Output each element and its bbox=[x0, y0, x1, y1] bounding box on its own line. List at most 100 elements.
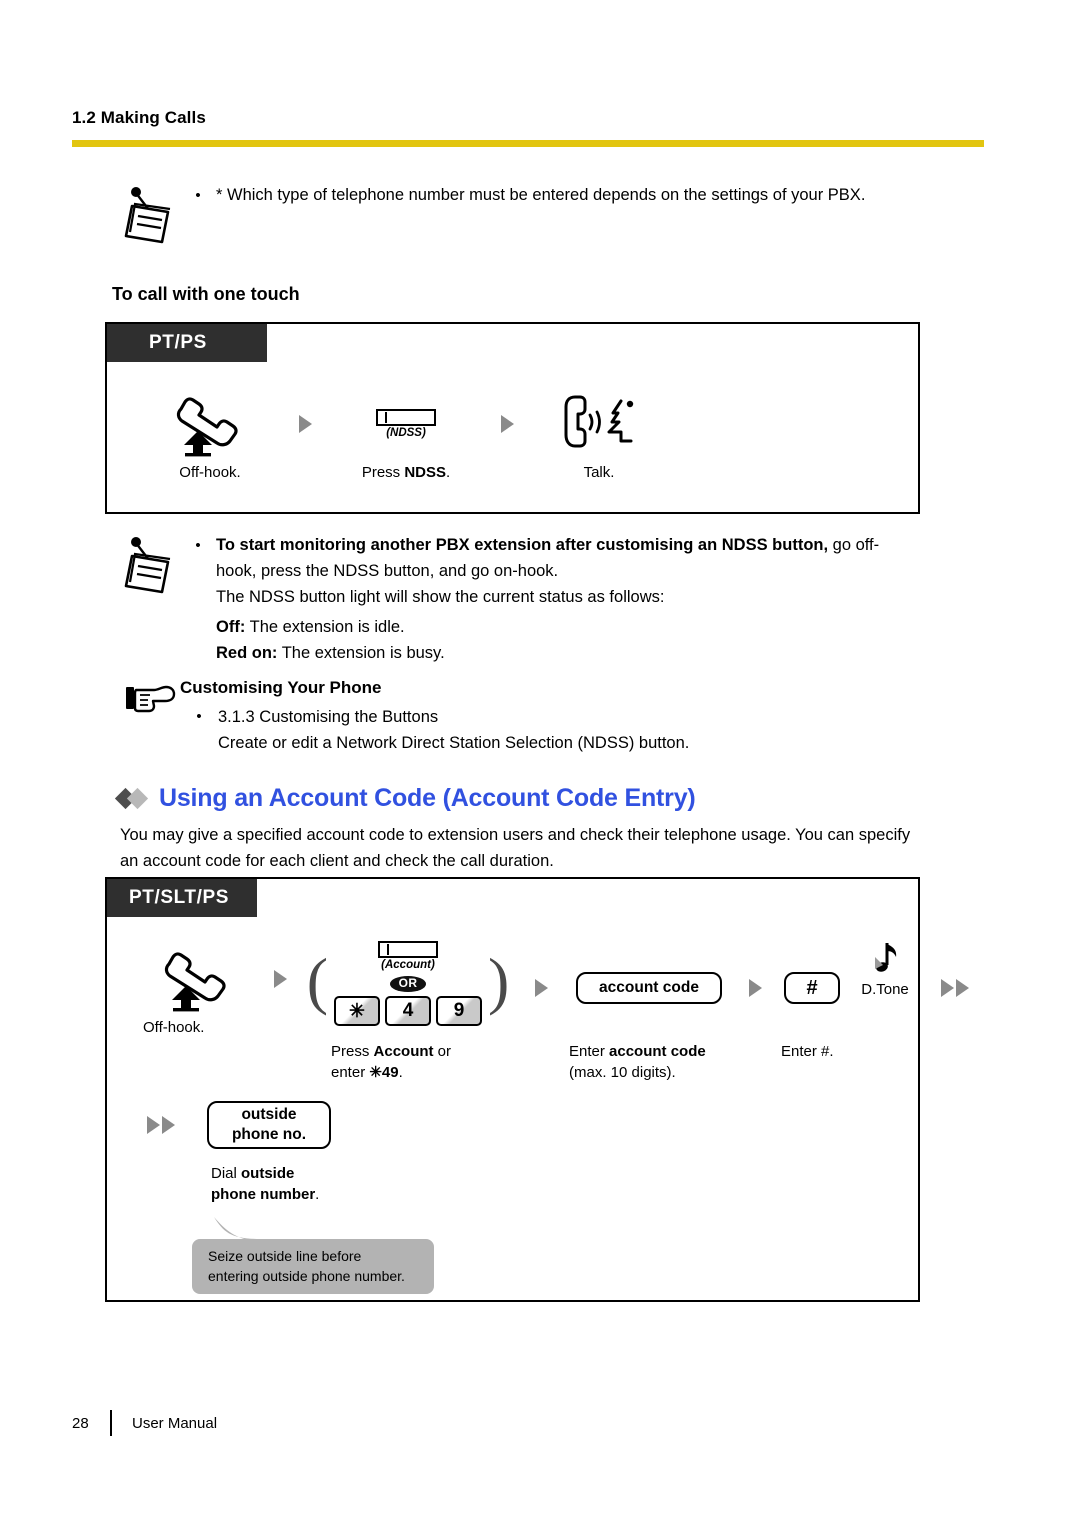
account-or-keys-group: ( (Account) OR ✳ 4 9 ) bbox=[306, 941, 510, 1035]
ndss-note-rest: go off- bbox=[828, 536, 880, 554]
bullet-marker: • bbox=[196, 708, 202, 725]
hash-key-pill[interactable]: # bbox=[784, 972, 840, 1004]
dial-tone-label: D.Tone bbox=[861, 981, 909, 998]
triangle-arrow-icon bbox=[748, 979, 762, 997]
footnote-text: * Which type of telephone number must be… bbox=[216, 186, 866, 204]
outside-phone-pill-line1: outside bbox=[241, 1106, 297, 1123]
ndss-button-caption: (NDSS) bbox=[386, 427, 426, 439]
flow-arrow-1 bbox=[257, 941, 303, 1017]
status-off-text: The extension is idle. bbox=[245, 618, 405, 636]
flow-step-talk: Talk. bbox=[539, 386, 659, 483]
section-heading-text: Using an Account Code (Account Code Entr… bbox=[159, 784, 696, 812]
diamond-light-icon bbox=[126, 787, 149, 810]
key-4[interactable]: 4 bbox=[385, 996, 431, 1026]
offhook-handset-icon bbox=[171, 386, 249, 462]
label-bold: Account bbox=[373, 1043, 434, 1060]
label-bold: NDSS bbox=[404, 464, 447, 481]
ndss-note-text: To start monitoring another PBX extensio… bbox=[216, 532, 986, 666]
label-pre: Dial bbox=[211, 1165, 242, 1182]
tab-pt-ps: PT/PS bbox=[107, 324, 267, 362]
section-title: 1.2 Making Calls bbox=[72, 108, 206, 127]
flow-step-press-ndss: (NDSS) Press NDSS. bbox=[337, 386, 475, 483]
flow-label-press-account: Press Account or enter ✳49. bbox=[331, 1041, 451, 1083]
group-paren-left: ( bbox=[306, 944, 328, 1016]
subheading-one-touch: To call with one touch bbox=[112, 284, 300, 304]
label-line2-post: . bbox=[398, 1064, 403, 1081]
account-code-pill-wrap: account code bbox=[576, 941, 722, 1035]
flow-label-hash: Enter #. bbox=[781, 1043, 834, 1060]
step-box-pt-slt-ps: PT/SLT/PS Off-hook. ((Account) OR ✳ 4 9… bbox=[105, 877, 969, 1302]
flow-arrow-2 bbox=[513, 941, 569, 1035]
page-header: 1.2 Making Calls bbox=[72, 108, 984, 128]
dial-tone-group: D.Tone bbox=[861, 941, 909, 1035]
status-off-label: Off: bbox=[216, 618, 246, 636]
customising-title: Customising Your Phone bbox=[180, 678, 382, 697]
footer-label: User Manual bbox=[132, 1414, 218, 1432]
pointing-hand-icon bbox=[124, 676, 180, 720]
dial-keys-group: ✳ 4 9 bbox=[334, 996, 482, 1026]
label-line-2: enter ✳49. bbox=[331, 1062, 451, 1083]
flow-arrow-4 bbox=[927, 941, 983, 1035]
outside-phone-pill[interactable]: outside phone no. bbox=[207, 1101, 331, 1149]
note-pin-icon bbox=[118, 182, 180, 244]
flow-step-offhook: Off-hook. bbox=[139, 941, 257, 1038]
key-9[interactable]: 9 bbox=[436, 996, 482, 1026]
ndss-note-bold: To start monitoring another PBX extensio… bbox=[216, 536, 829, 554]
callout-bubble-tail bbox=[214, 1217, 260, 1241]
callout-bubble: Seize outside line before entering outsi… bbox=[192, 1217, 434, 1294]
customising-your-phone-block: Customising Your Phone • 3.1.3 Customisi… bbox=[124, 676, 1004, 756]
label-bold: account code bbox=[609, 1043, 706, 1060]
group-paren-right: ) bbox=[488, 944, 510, 1016]
triangle-arrow-icon bbox=[534, 979, 548, 997]
tab-pt-slt-ps: PT/SLT/PS bbox=[107, 879, 257, 917]
hash-pill-wrap: # bbox=[784, 941, 840, 1035]
label-line-2: phone number. bbox=[211, 1184, 319, 1205]
flow-pt-slt-ps-row1: Off-hook. ( (Account) OR ✳ 4 9) Press A… bbox=[139, 941, 983, 1083]
label-post: or bbox=[433, 1043, 452, 1060]
label-pre: Enter bbox=[569, 1043, 610, 1060]
or-badge: OR bbox=[389, 976, 427, 992]
label-pre: Press bbox=[361, 464, 405, 481]
flow-arrow-1 bbox=[273, 386, 337, 462]
ndss-status-off: Off: The extension is idle. bbox=[216, 614, 986, 640]
flow-pt-slt-ps-row2: outside phone no. Dial outside phone num… bbox=[147, 1101, 387, 1205]
label-line2-pre: enter bbox=[331, 1064, 370, 1081]
footer-page-number: 28 bbox=[72, 1414, 89, 1432]
flow-step-offhook: Off-hook. bbox=[147, 386, 273, 483]
triangle-arrow-icon bbox=[956, 979, 969, 997]
label-line2-bold: ✳49 bbox=[369, 1064, 399, 1081]
account-code-pill[interactable]: account code bbox=[576, 972, 722, 1004]
step-box-pt-ps: PT/PS Off-hook. (NDSS) Press NDSS. Talk. bbox=[105, 322, 920, 514]
key-asterisk[interactable]: ✳ bbox=[334, 996, 380, 1026]
customising-item-description: Create or edit a Network Direct Station … bbox=[218, 734, 690, 752]
page-footer: 28 User Manual bbox=[72, 1410, 217, 1436]
status-red-text: The extension is busy. bbox=[277, 644, 445, 662]
label-line-1: Enter account code bbox=[569, 1041, 706, 1062]
ndss-note-line-1: To start monitoring another PBX extensio… bbox=[216, 532, 986, 558]
footer-separator bbox=[110, 1410, 112, 1436]
status-red-label: Red on: bbox=[216, 644, 278, 662]
outside-phone-pill-line2: phone no. bbox=[231, 1126, 307, 1143]
flow-label-press-ndss: Press NDSS. bbox=[362, 462, 450, 483]
flow-arrow-5 bbox=[147, 1101, 207, 1149]
ndss-button-glyph bbox=[376, 409, 436, 426]
flow-step-outside-phone: outside phone no. Dial outside phone num… bbox=[207, 1101, 387, 1205]
section-heading-account-code: Using an Account Code (Account Code Entr… bbox=[114, 784, 696, 813]
callout-line-1: Seize outside line before bbox=[208, 1248, 362, 1264]
paragraph-line-2: an account code for each client and chec… bbox=[120, 852, 554, 870]
flow-label-offhook: Off-hook. bbox=[143, 1019, 205, 1036]
callout-line-2: entering outside phone number. bbox=[208, 1268, 405, 1284]
bullet-marker: • bbox=[195, 537, 201, 554]
label-bold: outside bbox=[241, 1165, 295, 1182]
talk-handset-face-icon bbox=[559, 386, 639, 462]
ndss-note-line-2: hook, press the NDSS button, and go on-h… bbox=[216, 562, 559, 580]
label-line-1: Press Account or bbox=[331, 1041, 451, 1062]
triangle-arrow-icon bbox=[162, 1116, 175, 1134]
note-pin-icon bbox=[118, 532, 180, 594]
triangle-arrow-icon bbox=[500, 415, 514, 433]
label-pre: Press bbox=[331, 1043, 374, 1060]
label-post: . bbox=[446, 464, 451, 481]
flow-arrow-2 bbox=[475, 386, 539, 462]
label-line2-post: . bbox=[315, 1186, 320, 1203]
flow-step-hash: # Enter #. bbox=[781, 941, 843, 1062]
